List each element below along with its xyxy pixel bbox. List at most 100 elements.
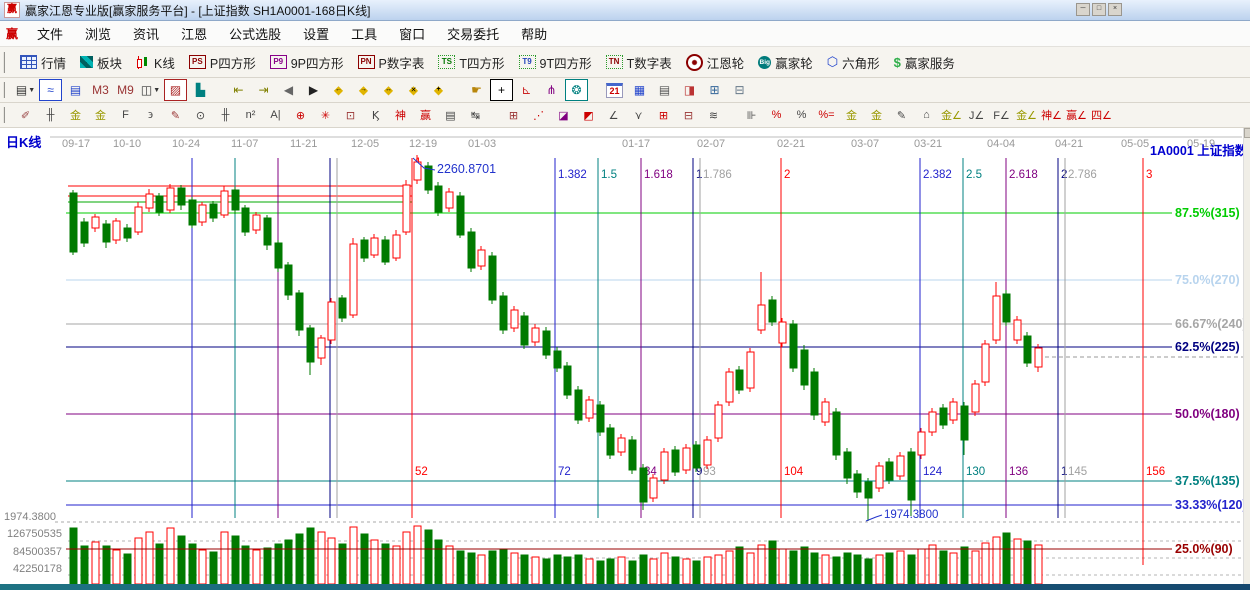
quote-mark-tool[interactable]: Ϗ bbox=[364, 105, 387, 126]
next-page-button[interactable]: ▶ bbox=[302, 79, 325, 101]
remote-pc-button[interactable]: ⊟ bbox=[728, 79, 751, 101]
fan-box-tool[interactable]: ◪ bbox=[552, 105, 575, 126]
shrink-right-button[interactable]: ◆ → bbox=[352, 79, 375, 101]
fan-tool[interactable]: ⋰ bbox=[527, 105, 550, 126]
shrink-left-button[interactable]: ◆ ← bbox=[327, 79, 350, 101]
restore-button[interactable]: □ bbox=[1092, 3, 1106, 16]
expand-button[interactable]: ◆ ↔ bbox=[377, 79, 400, 101]
f-angle-tool[interactable]: F∠ bbox=[990, 105, 1013, 126]
smart-analysis-button[interactable]: ❂ bbox=[565, 79, 588, 101]
save-layout-button[interactable]: ◨ bbox=[678, 79, 701, 101]
percent-bars-tool[interactable]: ⊪ bbox=[740, 105, 763, 126]
gann-shape-button[interactable]: ⋔ bbox=[540, 79, 563, 101]
zigzag-tool-button[interactable]: ≈ bbox=[39, 79, 62, 101]
gold-circle-tool[interactable]: 金 bbox=[840, 105, 863, 126]
toolbar-button-行情[interactable]: 行情 bbox=[13, 50, 73, 74]
menu-item-公式选股[interactable]: 公式选股 bbox=[218, 22, 292, 45]
an-box-tool[interactable]: ⌂ bbox=[915, 105, 938, 126]
vee-lines-tool[interactable]: ⋎ bbox=[627, 105, 650, 126]
wave9-button[interactable]: M9 bbox=[114, 79, 137, 101]
angle-measure-button[interactable]: ⊾ bbox=[515, 79, 538, 101]
win-angle-tool[interactable]: 赢∠ bbox=[1065, 105, 1088, 126]
notebook-button[interactable]: ▤ bbox=[653, 79, 676, 101]
menu-item-交易委托[interactable]: 交易委托 bbox=[436, 22, 510, 45]
grid-web-tool[interactable]: ⊞ bbox=[652, 105, 675, 126]
minimize-button[interactable]: ─ bbox=[1076, 3, 1090, 16]
toolbar-button-六角形[interactable]: ⬡ 六角形 bbox=[820, 50, 887, 74]
wave3-button[interactable]: M3 bbox=[89, 79, 112, 101]
span-measure-tool[interactable]: ↹ bbox=[464, 105, 487, 126]
chart-canvas[interactable]: 09-17 10-10 10-24 11-07 11-21 12-05 12-19 01-03… bbox=[0, 128, 1250, 590]
square-number-tool[interactable]: n² bbox=[239, 105, 262, 126]
toolbar-button-赢家轮[interactable]: Big 赢家轮 bbox=[751, 50, 820, 74]
toolbar-button-T四方形[interactable]: TS T四方形 bbox=[431, 50, 511, 74]
circle-cross-tool[interactable]: ⊕ bbox=[289, 105, 312, 126]
gold-angle2-tool[interactable]: 金∠ bbox=[1015, 105, 1038, 126]
ink-tool[interactable]: ✎ bbox=[890, 105, 913, 126]
menu-item-设置[interactable]: 设置 bbox=[292, 22, 340, 45]
candle-style-dropdown[interactable]: ◫ ▼ bbox=[139, 79, 162, 101]
box-web-tool[interactable]: ⊡ bbox=[339, 105, 362, 126]
f-fence-tool[interactable]: F bbox=[114, 105, 137, 126]
pattern-button[interactable]: ▨ bbox=[164, 79, 187, 101]
menu-item-窗口[interactable]: 窗口 bbox=[388, 22, 436, 45]
plain-fence-tool[interactable]: ╫ bbox=[214, 105, 237, 126]
info-panel-button[interactable]: ▤ bbox=[64, 79, 87, 101]
pan-hand-button[interactable]: ☛ bbox=[465, 79, 488, 101]
calculator-button[interactable]: ▦ bbox=[628, 79, 651, 101]
menu-item-资讯[interactable]: 资讯 bbox=[122, 22, 170, 45]
shen-fence-tool[interactable]: 神 bbox=[389, 105, 412, 126]
fence-tool[interactable]: ╫ bbox=[39, 105, 62, 126]
ruler-123-tool[interactable]: ▤ bbox=[439, 105, 462, 126]
grid-box-tool[interactable]: ⊟ bbox=[677, 105, 700, 126]
volume-profile-button[interactable]: ▙ bbox=[189, 79, 212, 101]
menu-item-江恩[interactable]: 江恩 bbox=[170, 22, 218, 45]
first-page-button[interactable]: ⇤ bbox=[227, 79, 250, 101]
toolbar-button-P数字表[interactable]: PN P数字表 bbox=[351, 50, 432, 74]
j-angle-tool[interactable]: J∠ bbox=[965, 105, 988, 126]
chart-style-dropdown[interactable]: ▤ ▼ bbox=[14, 79, 37, 101]
percent-tool[interactable]: % bbox=[790, 105, 813, 126]
toolbar-button-P四方形[interactable]: PS P四方形 bbox=[182, 50, 263, 74]
toolbar-button-9P四方形[interactable]: P9 9P四方形 bbox=[263, 50, 351, 74]
right-scrollbar[interactable] bbox=[1243, 128, 1250, 584]
last-page-button[interactable]: ⇥ bbox=[252, 79, 275, 101]
toolbar-button-赢家服务[interactable]: $ 赢家服务 bbox=[887, 50, 962, 74]
box-tool[interactable]: ⊞ bbox=[502, 105, 525, 126]
prev-page-button[interactable]: ◀ bbox=[277, 79, 300, 101]
parallel-lines-tool[interactable]: ≋ bbox=[702, 105, 725, 126]
toolbar-button-江恩轮[interactable]: 江恩轮 bbox=[679, 50, 752, 74]
toolbar-button-板块[interactable]: 板块 bbox=[73, 50, 129, 74]
calendar-button[interactable]: 21 bbox=[603, 79, 626, 101]
percent-lines-tool[interactable]: %= bbox=[815, 105, 838, 126]
crosshair-button[interactable]: + bbox=[490, 79, 513, 101]
gold-angle-tool[interactable]: 金∠ bbox=[940, 105, 963, 126]
spiderweb-tool[interactable]: ✳ bbox=[314, 105, 337, 126]
toolbar-button-T数字表[interactable]: TN T数字表 bbox=[599, 50, 679, 74]
angle-lines-tool[interactable]: ∠ bbox=[602, 105, 625, 126]
spiral-fence-tool[interactable]: ϶ bbox=[139, 105, 162, 126]
shen-angle-tool[interactable]: 神∠ bbox=[1040, 105, 1063, 126]
win-fence-tool[interactable]: 赢 bbox=[414, 105, 437, 126]
brush-tool[interactable]: ✐ bbox=[14, 105, 37, 126]
compress-button[interactable]: ◆ ✕ bbox=[402, 79, 425, 101]
pen-ruler-tool[interactable]: ✎ bbox=[164, 105, 187, 126]
menu-item-文件[interactable]: 文件 bbox=[26, 22, 74, 45]
gann-clock-tool[interactable]: ⊙ bbox=[189, 105, 212, 126]
percent-triangle-tool[interactable]: % bbox=[765, 105, 788, 126]
gold-fence2-tool[interactable]: 金 bbox=[89, 105, 112, 126]
gold-lines-tool[interactable]: 金 bbox=[865, 105, 888, 126]
text-ruler-tool[interactable]: A| bbox=[264, 105, 287, 126]
menu-item-浏览[interactable]: 浏览 bbox=[74, 22, 122, 45]
toolbar-button-9T四方形[interactable]: T9 9T四方形 bbox=[512, 50, 599, 74]
four-angle-tool[interactable]: 四∠ bbox=[1090, 105, 1113, 126]
net-link-button[interactable]: ⊞ bbox=[703, 79, 726, 101]
fan-box2-tool[interactable]: ◩ bbox=[577, 105, 600, 126]
close-button[interactable]: × bbox=[1108, 3, 1122, 16]
restore-scale-button[interactable]: ◆ + bbox=[427, 79, 450, 101]
scroll-up-button[interactable] bbox=[1244, 128, 1250, 138]
toolbar-button-K线[interactable]: K线 bbox=[129, 50, 182, 74]
menu-item-工具[interactable]: 工具 bbox=[340, 22, 388, 45]
menu-item-帮助[interactable]: 帮助 bbox=[510, 22, 558, 45]
gold-fence-tool[interactable]: 金 bbox=[64, 105, 87, 126]
